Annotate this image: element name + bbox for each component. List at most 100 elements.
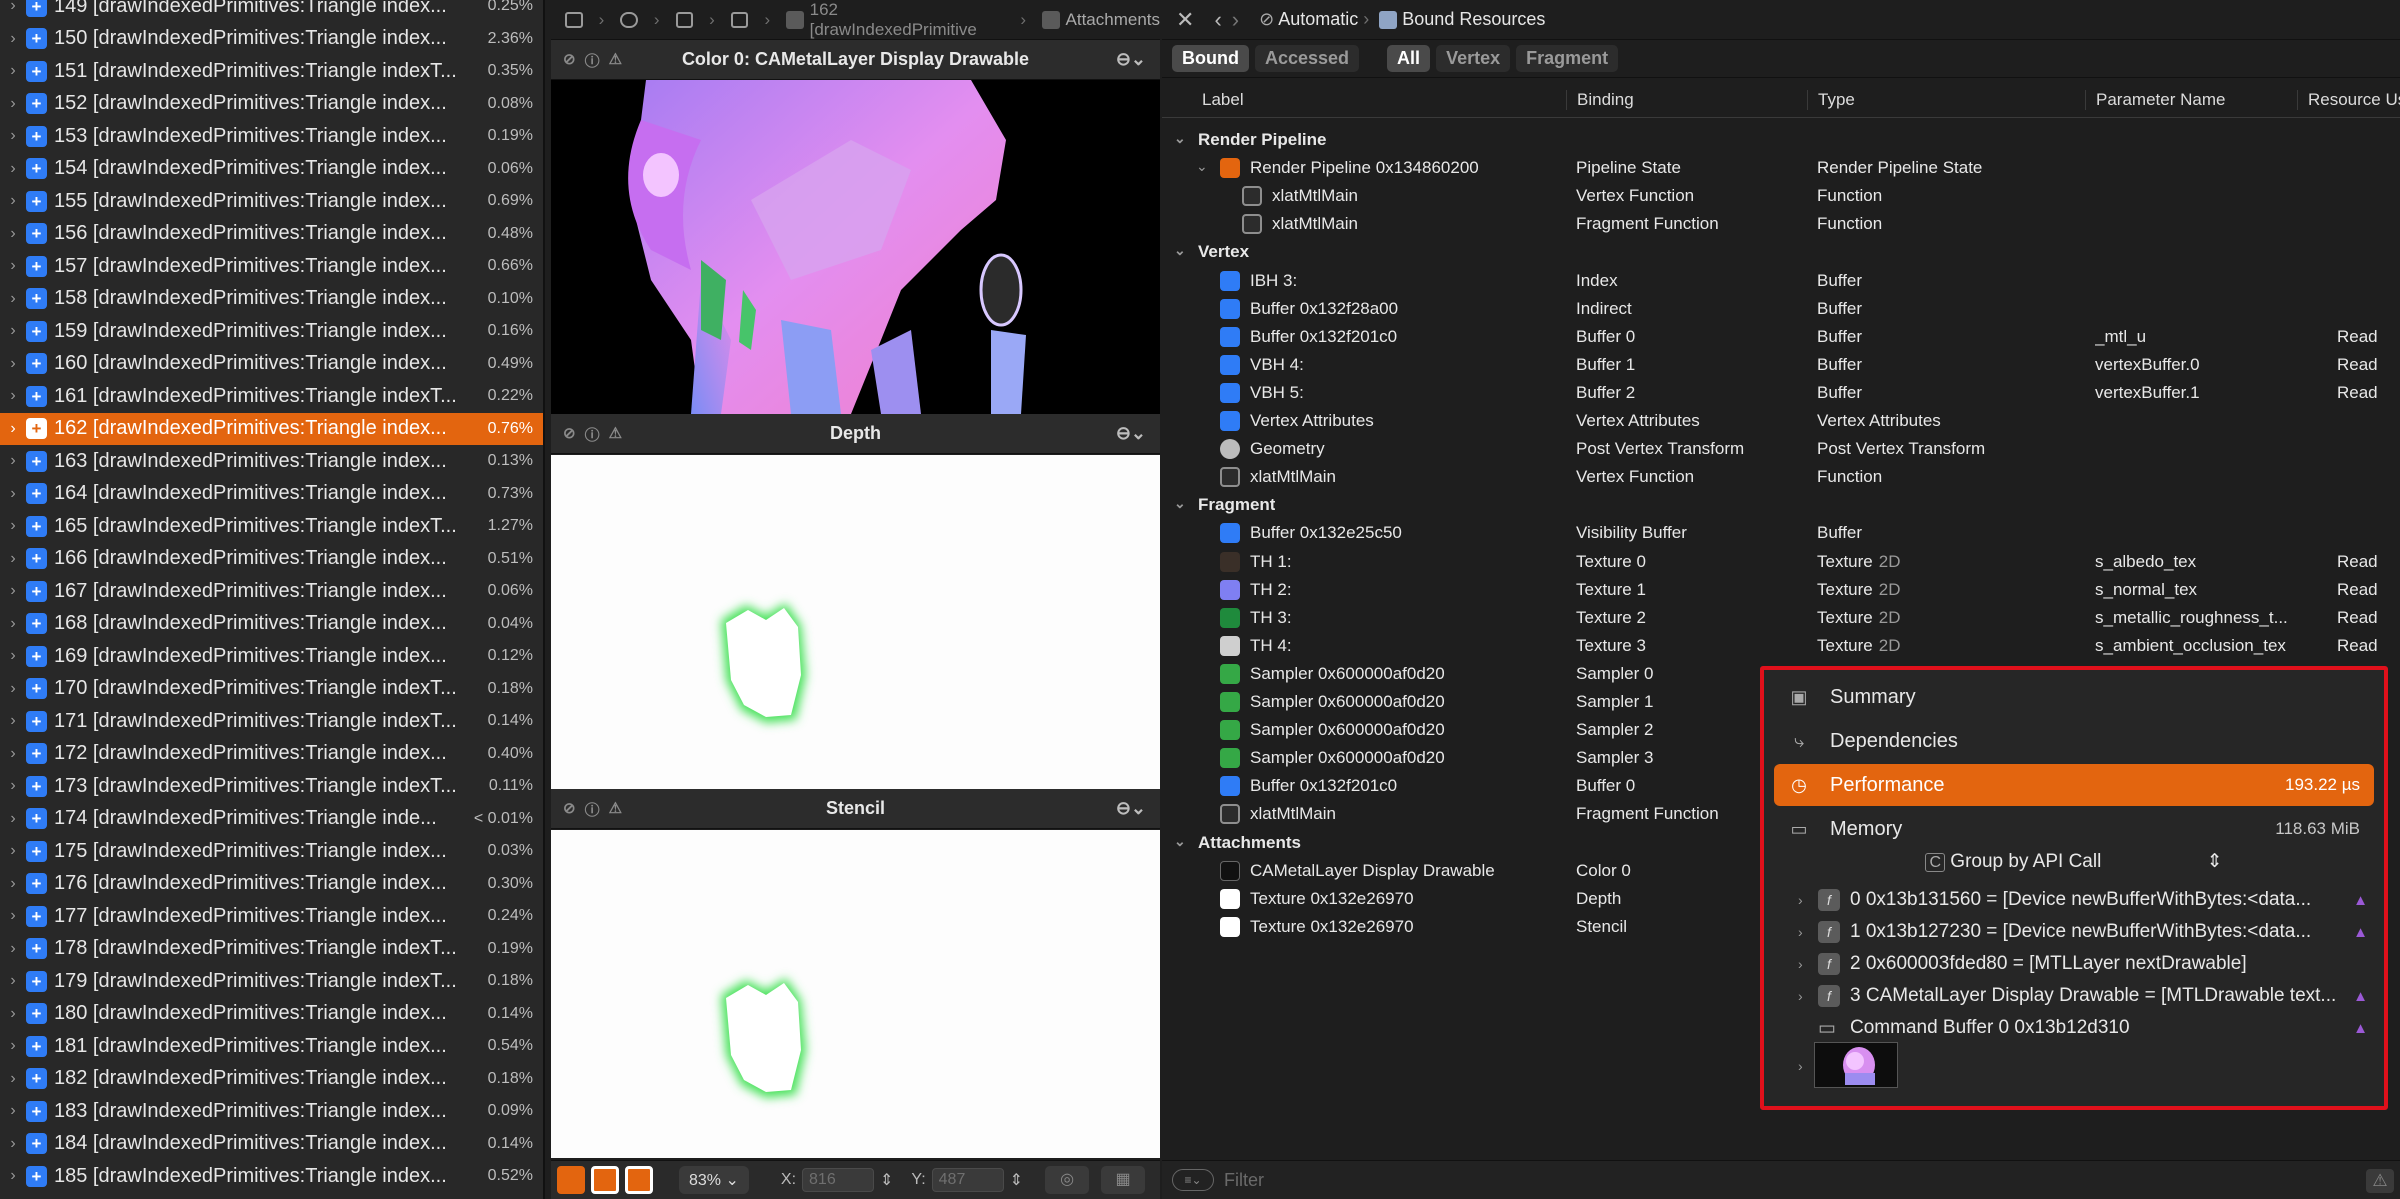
resource-row[interactable]: Buffer 0x132f201c0 Buffer 0 Buffer _mtl_u Re… [1162, 323, 2400, 351]
navigator-draw-call-row[interactable]: › +171 [drawIndexedPrimitives:Triangle in… [0, 705, 543, 737]
zoom-menu[interactable]: 83% ⌄ [679, 1166, 749, 1194]
tab-all[interactable]: All [1387, 45, 1431, 72]
disclosure-chevron-icon[interactable]: › [0, 842, 26, 860]
inspect-icon[interactable]: ▦ [1101, 1166, 1146, 1194]
disclosure-chevron-icon[interactable]: › [0, 257, 26, 275]
resource-row[interactable]: Buffer 0x132f28a00 Indirect Buffer [1162, 295, 2400, 323]
navigator-draw-call-row[interactable]: › +149 [drawIndexedPrimitives:Triangle in… [0, 0, 543, 22]
navigator-draw-call-row[interactable]: › +170 [drawIndexedPrimitives:Triangle in… [0, 673, 543, 705]
api-call-row[interactable]: › f 3 CAMetalLayer Display Drawable = [MTL… [1798, 980, 2368, 1012]
command-buffer-row[interactable]: ▭ Command Buffer 0 0x13b12d310 ▲ [1798, 1012, 2368, 1044]
disclosure-chevron-icon[interactable]: › [0, 615, 26, 633]
stencil-attachment-viewport[interactable] [551, 830, 1160, 1158]
navigator-draw-call-row[interactable]: › +173 [drawIndexedPrimitives:Triangle in… [0, 770, 543, 802]
disclosure-chevron-icon[interactable]: › [0, 160, 26, 178]
navigator-draw-call-row[interactable]: › +168 [drawIndexedPrimitives:Triangle in… [0, 608, 543, 640]
disclosure-chevron-icon[interactable]: › [0, 712, 26, 730]
popover-item-dependencies[interactable]: ⤷ Dependencies [1774, 720, 2374, 762]
color-attachment-viewport[interactable] [551, 80, 1160, 414]
resource-row[interactable]: VBH 5: Buffer 2 Buffer vertexBuffer.1 Read [1162, 379, 2400, 407]
column-resource-usage[interactable]: Resource Usage [2297, 90, 2400, 110]
disclosure-chevron-icon[interactable]: › [0, 30, 26, 48]
viewport-menu-icon[interactable]: ⊖⌄ [1116, 49, 1146, 70]
pin-icon[interactable]: ⊘ [563, 50, 576, 71]
disclosure-chevron-icon[interactable]: › [0, 420, 26, 438]
navigator-draw-call-row[interactable]: › +154 [drawIndexedPrimitives:Triangle in… [0, 153, 543, 185]
navigator-draw-call-row[interactable]: › +152 [drawIndexedPrimitives:Triangle in… [0, 88, 543, 120]
info-icon[interactable]: ⓘ [585, 424, 600, 445]
bound-resources-crumb[interactable]: Bound Resources [1379, 9, 1545, 30]
resource-row[interactable]: TH 1: Texture 0 Texture 2D s_albedo_tex Read [1162, 548, 2400, 576]
navigator-draw-call-row[interactable]: › +159 [drawIndexedPrimitives:Triangle in… [0, 315, 543, 347]
capture-icon[interactable] [620, 11, 638, 28]
warning-icon[interactable]: ⚠ [609, 50, 622, 71]
disclosure-chevron-icon[interactable]: › [0, 745, 26, 763]
navigator-draw-call-row[interactable]: › +167 [drawIndexedPrimitives:Triangle in… [0, 575, 543, 607]
navigator-draw-call-row[interactable]: › +172 [drawIndexedPrimitives:Triangle in… [0, 738, 543, 770]
folder-icon[interactable] [730, 11, 749, 28]
resource-row[interactable]: IBH 3: Index Buffer [1162, 267, 2400, 295]
disclosure-chevron-icon[interactable]: › [0, 95, 26, 113]
disclosure-chevron-icon[interactable]: › [0, 1005, 26, 1023]
navigator-draw-call-row[interactable]: › +177 [drawIndexedPrimitives:Triangle in… [0, 900, 543, 932]
breadcrumb-draw-call[interactable]: 162 [drawIndexedPrimitive [810, 0, 1005, 40]
navigator-draw-call-row[interactable]: › +174 [drawIndexedPrimitives:Triangle in… [0, 803, 543, 835]
navigator-draw-call-row[interactable]: › +183 [drawIndexedPrimitives:Triangle in… [0, 1095, 543, 1127]
disclosure-chevron-icon[interactable]: › [0, 517, 26, 535]
y-field[interactable] [931, 1168, 1004, 1192]
navigator-draw-call-row[interactable]: › +155 [drawIndexedPrimitives:Triangle in… [0, 185, 543, 217]
disclosure-chevron-icon[interactable]: › [0, 907, 26, 925]
filter-options-icon[interactable]: ≡⌄ [1172, 1169, 1214, 1191]
resource-section-header[interactable]: ⌄ Vertex [1162, 238, 2400, 266]
resource-row[interactable]: Vertex Attributes Vertex Attributes Vertex… [1162, 407, 2400, 435]
resource-row[interactable]: xlatMtlMain Fragment Function Function [1162, 210, 2400, 238]
navigator-draw-call-row[interactable]: › +153 [drawIndexedPrimitives:Triangle in… [0, 120, 543, 152]
info-icon[interactable]: ⓘ [585, 50, 600, 71]
drawable-thumbnail[interactable] [1814, 1042, 1898, 1088]
navigator-draw-call-row[interactable]: › +156 [drawIndexedPrimitives:Triangle in… [0, 218, 543, 250]
group-by-menu[interactable]: C Group by API Call ⇕ [1764, 850, 2384, 873]
disclosure-chevron-icon[interactable]: › [0, 1070, 26, 1088]
disclosure-chevron-icon[interactable]: › [0, 777, 26, 795]
resource-row[interactable]: TH 3: Texture 2 Texture 2D s_metallic_roughn… [1162, 604, 2400, 632]
back-icon[interactable]: ‹ [1214, 7, 1221, 33]
popover-item-summary[interactable]: ▣ Summary [1774, 676, 2374, 718]
navigator-draw-call-row[interactable]: › +165 [drawIndexedPrimitives:Triangle in… [0, 510, 543, 542]
disclosure-chevron-icon[interactable]: ⌄ [1174, 833, 1186, 850]
navigator-draw-call-row[interactable]: › +151 [drawIndexedPrimitives:Triangle in… [0, 55, 543, 87]
disclosure-chevron-icon[interactable]: › [0, 810, 26, 828]
warning-icon[interactable]: ▲ [2353, 892, 2368, 909]
navigator-draw-call-row[interactable]: › +158 [drawIndexedPrimitives:Triangle in… [0, 283, 543, 315]
popover-item-memory[interactable]: ▭ Memory 118.63 MiB [1774, 808, 2374, 850]
tab-bound[interactable]: Bound [1172, 45, 1249, 72]
viewport-menu-icon[interactable]: ⊖⌄ [1116, 423, 1146, 444]
disclosure-chevron-icon[interactable]: ⌄ [1174, 242, 1186, 259]
automatic-mode[interactable]: ⊘ Automatic › [1259, 9, 1369, 30]
navigator-draw-call-row[interactable]: › +157 [drawIndexedPrimitives:Triangle in… [0, 250, 543, 282]
navigator-draw-call-row[interactable]: › +178 [drawIndexedPrimitives:Triangle in… [0, 933, 543, 965]
disclosure-chevron-icon[interactable]: ⌄ [1174, 130, 1186, 147]
disclosure-chevron-icon[interactable]: › [0, 972, 26, 990]
chevron-right-icon[interactable]: › [1798, 1058, 1803, 1074]
channel-overlay-button[interactable] [625, 1166, 653, 1194]
navigator-draw-call-row[interactable]: › +150 [drawIndexedPrimitives:Triangle in… [0, 23, 543, 55]
disclosure-chevron-icon[interactable]: › [0, 550, 26, 568]
disclosure-chevron-icon[interactable]: › [0, 485, 26, 503]
disclosure-chevron-icon[interactable]: › [0, 875, 26, 893]
viewport-menu-icon[interactable]: ⊖⌄ [1116, 798, 1146, 819]
resource-row[interactable]: Geometry Post Vertex Transform Post Vertex… [1162, 435, 2400, 463]
disclosure-chevron-icon[interactable]: › [0, 1102, 26, 1120]
disclosure-chevron-icon[interactable]: › [0, 290, 26, 308]
tab-fragment[interactable]: Fragment [1516, 45, 1619, 72]
warning-icon[interactable]: ⚠ [609, 424, 622, 445]
image-icon[interactable] [675, 11, 694, 28]
disclosure-chevron-icon[interactable]: › [0, 1135, 26, 1153]
disclosure-chevron-icon[interactable]: › [0, 192, 26, 210]
resource-section-header[interactable]: ⌄ Fragment [1162, 491, 2400, 519]
channel-alpha-button[interactable] [591, 1166, 619, 1194]
navigator-draw-call-row[interactable]: › +161 [drawIndexedPrimitives:Triangle in… [0, 380, 543, 412]
disclosure-chevron-icon[interactable]: ⌄ [1174, 495, 1186, 512]
tab-vertex[interactable]: Vertex [1436, 45, 1511, 72]
x-field[interactable] [802, 1168, 875, 1192]
resource-row[interactable]: xlatMtlMain Vertex Function Function [1162, 463, 2400, 491]
